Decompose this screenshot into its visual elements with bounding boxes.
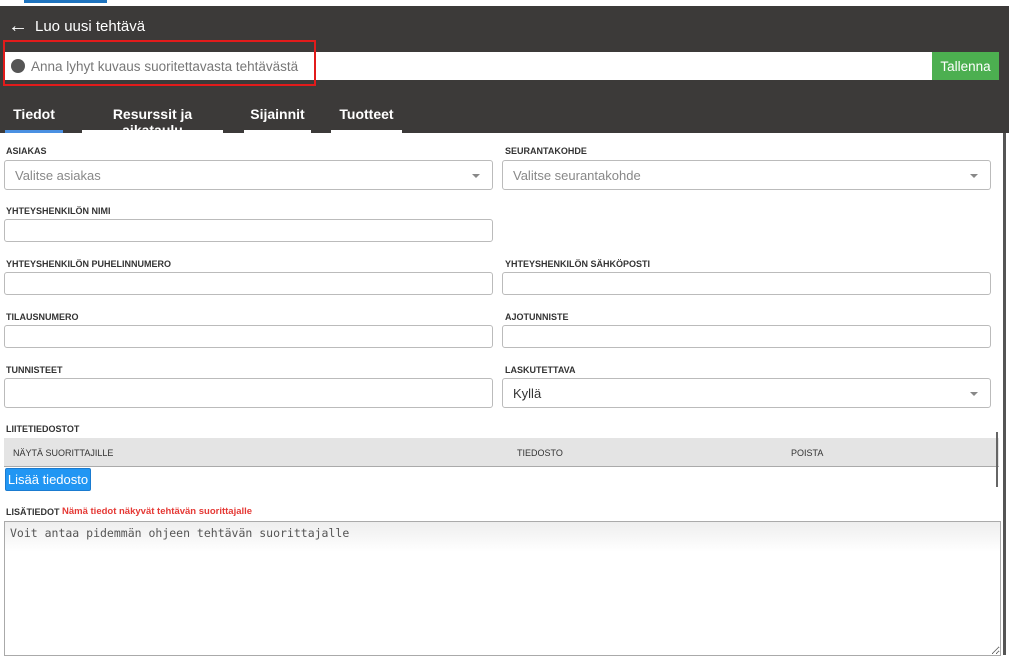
tab-sijainnit[interactable]: Sijainnit [244,106,311,133]
add-file-button[interactable]: Lisää tiedosto [5,468,91,491]
save-button[interactable]: Tallenna [932,52,999,80]
contact-email-label: YHTEYSHENKILÖN SÄHKÖPOSTI [505,259,651,269]
attachments-table-header: NÄYTÄ SUORITTAJILLE TIEDOSTO POISTA [4,438,999,467]
notes-label: LISÄTIEDOT [6,507,60,517]
order-number-label: TILAUSNUMERO [6,312,79,322]
run-id-label: AJOTUNNISTE [505,312,569,322]
back-arrow-icon[interactable]: ← [8,16,28,36]
notes-textarea[interactable] [4,521,1001,656]
billable-select[interactable]: Kyllä [502,378,991,408]
scrollbar[interactable] [1003,133,1006,655]
customer-select[interactable]: Valitse asiakas [4,160,493,190]
tracking-label: SEURANTAKOHDE [505,146,587,156]
contact-phone-label: YHTEYSHENKILÖN PUHELINNUMERO [6,259,172,269]
contact-email-input[interactable] [502,272,991,295]
contact-phone-input[interactable] [4,272,493,295]
col-delete: POISTA [791,448,824,458]
contact-name-input[interactable] [4,219,493,242]
highlight-box [3,40,316,86]
tags-input[interactable] [4,378,493,408]
col-show: NÄYTÄ SUORITTAJILLE [13,448,114,458]
notes-warning: Nämä tiedot näkyvät tehtävän suorittajal… [62,506,253,517]
page-title: Luo uusi tehtävä [35,18,146,35]
attachments-label: LIITETIEDOSTOT [6,424,80,434]
tags-label: TUNNISTEET [6,365,63,375]
order-number-input[interactable] [4,325,493,348]
col-file: TIEDOSTO [517,448,563,458]
tracking-select[interactable]: Valitse seurantakohde [502,160,991,190]
tab-tuotteet[interactable]: Tuotteet [331,106,402,133]
active-indicator [24,0,107,3]
billable-label: LASKUTETTAVA [505,365,576,375]
customer-label: ASIAKAS [6,146,47,156]
table-scrollbar[interactable] [996,432,998,487]
tab-tiedot[interactable]: Tiedot [5,106,63,133]
tab-resurssit[interactable]: Resurssit ja aikataulu [82,106,223,138]
contact-name-label: YHTEYSHENKILÖN NIMI [6,206,111,216]
run-id-input[interactable] [502,325,991,348]
